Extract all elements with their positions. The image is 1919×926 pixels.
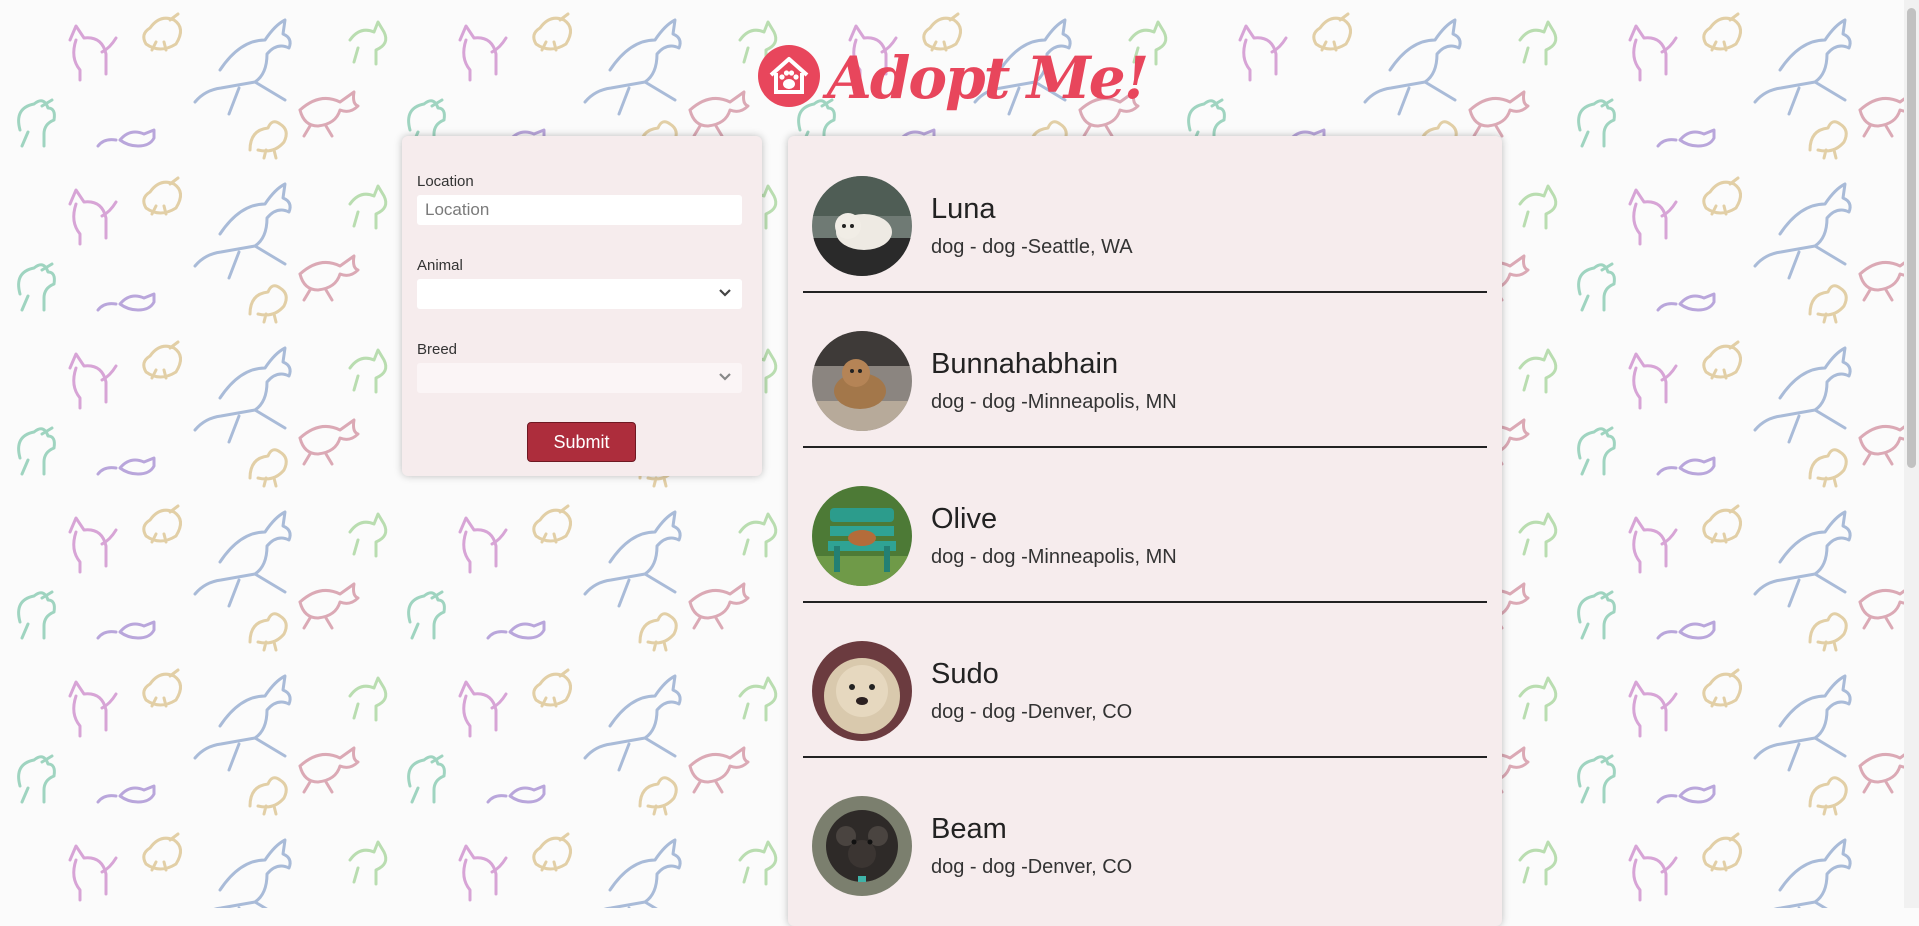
page-scrollbar[interactable] bbox=[1904, 0, 1919, 908]
pet-name: Bunnahabhain bbox=[931, 348, 1119, 380]
pet-photo bbox=[812, 486, 912, 586]
pet-name: Olive bbox=[931, 503, 998, 535]
animal-select[interactable] bbox=[417, 279, 742, 309]
pet-name: Luna bbox=[931, 193, 996, 225]
pet-info: dog - dog -Denver, CO bbox=[931, 701, 1133, 723]
submit-button[interactable]: Submit bbox=[527, 422, 636, 462]
pet-card-luna[interactable]: Luna dog - dog -Seattle, WA bbox=[803, 136, 1487, 293]
pet-card-sudo[interactable]: Sudo dog - dog -Denver, CO bbox=[803, 601, 1487, 758]
pet-info: dog - dog -Seattle, WA bbox=[931, 236, 1133, 258]
pet-info: dog - dog -Minneapolis, MN bbox=[931, 546, 1177, 568]
pet-photo bbox=[812, 641, 912, 741]
pet-info: dog - dog -Denver, CO bbox=[931, 856, 1133, 878]
location-input[interactable]: Location bbox=[417, 195, 742, 225]
brand-title[interactable]: Adopt Me! bbox=[827, 44, 1149, 112]
pet-info: dog - dog -Minneapolis, MN bbox=[931, 391, 1177, 413]
chevron-down-icon bbox=[719, 289, 731, 297]
pet-name: Sudo bbox=[931, 658, 999, 690]
brand-header: Adopt Me! bbox=[0, 36, 1904, 116]
pet-card-bunnahabhain[interactable]: Bunnahabhain dog - dog -Minneapolis, MN bbox=[803, 291, 1487, 448]
pet-card-beam[interactable]: Beam dog - dog -Denver, CO bbox=[803, 756, 1487, 911]
pet-name: Beam bbox=[931, 813, 1007, 845]
location-placeholder: Location bbox=[425, 200, 490, 219]
location-label: Location bbox=[417, 173, 474, 190]
pet-photo bbox=[812, 331, 912, 431]
breed-label: Breed bbox=[417, 341, 458, 358]
pet-photo bbox=[812, 796, 912, 896]
house-paw-icon[interactable] bbox=[757, 44, 821, 108]
chevron-down-icon bbox=[719, 373, 731, 381]
pet-photo bbox=[812, 176, 912, 276]
pet-card-olive[interactable]: Olive dog - dog -Minneapolis, MN bbox=[803, 446, 1487, 603]
breed-select[interactable] bbox=[417, 363, 742, 393]
search-form: Location Location Animal Breed Submit bbox=[402, 136, 762, 476]
results-list: Luna dog - dog -Seattle, WA Bunnahabhain… bbox=[788, 136, 1502, 926]
animal-label: Animal bbox=[417, 257, 463, 274]
scrollbar-thumb[interactable] bbox=[1907, 8, 1916, 468]
